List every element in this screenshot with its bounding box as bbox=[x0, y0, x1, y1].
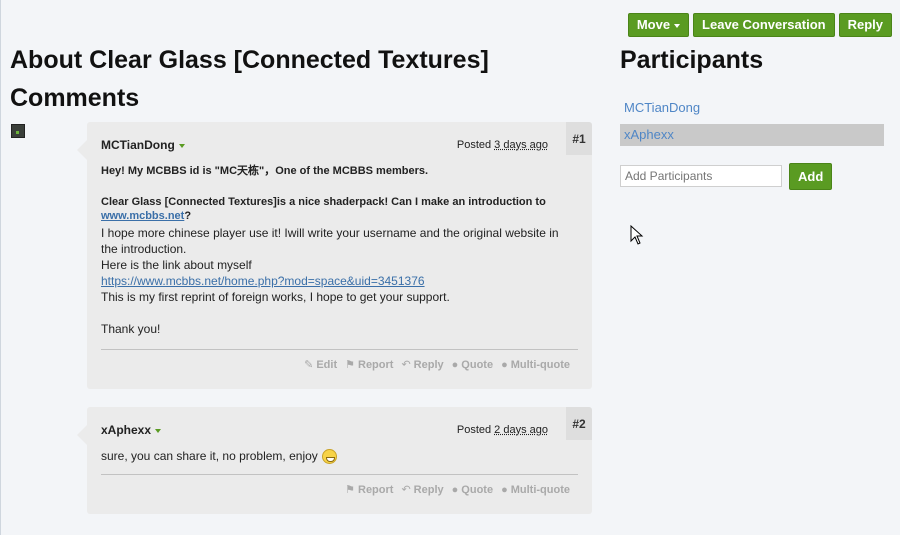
conversation-toolbar: Move Leave Conversation Reply bbox=[627, 13, 892, 37]
posted-label: Posted bbox=[456, 139, 492, 151]
para-2: Here is the link about myself bbox=[101, 258, 252, 272]
divider bbox=[101, 349, 578, 350]
message-date: Posted 2 days ago bbox=[457, 424, 548, 436]
bold-suffix: ? bbox=[184, 210, 192, 222]
reply-label: Reply bbox=[413, 483, 444, 496]
move-button[interactable]: Move bbox=[627, 13, 690, 37]
message-number[interactable]: #2 bbox=[566, 407, 592, 440]
pencil-icon: ✎ bbox=[304, 359, 314, 371]
divider bbox=[101, 474, 578, 475]
multi-quote-label: Multi-quote bbox=[510, 358, 570, 371]
message-actions: ⚑ Report ↶ Reply ● Quote ● Multi-quote bbox=[345, 483, 570, 497]
move-label: Move bbox=[636, 17, 671, 32]
multi-quote-label: Multi-quote bbox=[510, 483, 570, 496]
report-button[interactable]: ⚑ Report bbox=[345, 483, 394, 497]
message-2: #2 xAphexx Posted 2 days ago sure, you c… bbox=[77, 407, 592, 514]
speech-bubbles-icon: ● bbox=[501, 483, 508, 496]
posted-label: Posted bbox=[456, 424, 492, 436]
leave-conversation-button[interactable]: Leave Conversation bbox=[693, 13, 835, 37]
participants-list: MCTianDong xAphexx bbox=[620, 97, 884, 146]
edit-button[interactable]: ✎ Edit bbox=[304, 358, 338, 372]
author-name: xAphexx bbox=[101, 423, 152, 437]
quote-button[interactable]: ● Quote bbox=[452, 358, 493, 371]
reply-icon: ↶ bbox=[401, 484, 411, 496]
participants-heading: Participants bbox=[620, 46, 764, 74]
reply-label: Reply bbox=[413, 358, 444, 371]
chevron-down-icon bbox=[674, 24, 681, 28]
posted-ago[interactable]: 3 days ago bbox=[494, 139, 548, 151]
message-1: #1 MCTianDong Posted 3 days ago Hey! My … bbox=[77, 122, 592, 389]
message-number[interactable]: #1 bbox=[566, 122, 592, 155]
multi-quote-button[interactable]: ● Multi-quote bbox=[501, 483, 570, 496]
quote-label: Quote bbox=[461, 358, 494, 371]
participant-item[interactable]: MCTianDong bbox=[620, 97, 884, 119]
add-participants-input[interactable] bbox=[620, 165, 782, 187]
avatar[interactable] bbox=[11, 124, 25, 138]
quote-button[interactable]: ● Quote bbox=[452, 483, 493, 496]
reply-button[interactable]: Reply bbox=[838, 13, 892, 37]
flag-icon: ⚑ bbox=[345, 359, 355, 371]
multi-quote-button[interactable]: ● Multi-quote bbox=[501, 358, 570, 371]
posted-ago[interactable]: 2 days ago bbox=[494, 424, 548, 436]
chevron-down-icon bbox=[178, 144, 185, 148]
message-author[interactable]: xAphexx bbox=[101, 423, 162, 437]
report-label: Report bbox=[358, 358, 394, 371]
speech-bubble-icon: ● bbox=[451, 483, 459, 496]
speech-bubbles-icon: ● bbox=[501, 358, 508, 371]
bold-line-2-text: Clear Glass [Connected Textures]is a nic… bbox=[101, 196, 546, 208]
reply-link[interactable]: ↶ Reply bbox=[401, 483, 444, 497]
message-body: sure, you can share it, no problem, enjo… bbox=[101, 448, 572, 465]
edit-label: Edit bbox=[316, 358, 338, 371]
bold-line-1: Hey! My MCBBS id is "MC天栋"，One of the MC… bbox=[101, 165, 429, 177]
flag-icon: ⚑ bbox=[345, 484, 355, 496]
report-button[interactable]: ⚑ Report bbox=[345, 358, 394, 372]
profile-link[interactable]: https://www.mcbbs.net/home.php?mod=space… bbox=[101, 273, 572, 289]
quote-label: Quote bbox=[461, 483, 494, 496]
message-author[interactable]: MCTianDong bbox=[101, 138, 185, 152]
message-actions: ✎ Edit ⚑ Report ↶ Reply ● Quote ● Multi-quote bbox=[304, 358, 570, 372]
para-4: Thank you! bbox=[101, 322, 161, 336]
mcbbs-link[interactable]: www.mcbbs.net bbox=[101, 210, 184, 222]
bold-line-2: Clear Glass [Connected Textures]is a nic… bbox=[101, 195, 572, 223]
message-date: Posted 3 days ago bbox=[457, 139, 548, 151]
speech-bubble-icon: ● bbox=[451, 358, 459, 371]
participant-item[interactable]: xAphexx bbox=[620, 124, 884, 146]
message-body: Hey! My MCBBS id is "MC天栋"，One of the MC… bbox=[101, 164, 572, 337]
para-3: This is my first reprint of foreign work… bbox=[101, 290, 450, 304]
grin-emoji-icon bbox=[321, 449, 337, 465]
reply-link[interactable]: ↶ Reply bbox=[401, 358, 444, 372]
message-text: sure, you can share it, no problem, enjo… bbox=[101, 449, 318, 463]
comments-heading: Comments bbox=[10, 84, 140, 112]
page-title: About Clear Glass [Connected Textures] bbox=[10, 46, 489, 74]
reply-icon: ↶ bbox=[401, 359, 411, 371]
chevron-down-icon bbox=[155, 429, 162, 433]
add-participant-button[interactable]: Add bbox=[789, 163, 833, 190]
author-name: MCTianDong bbox=[101, 138, 175, 152]
report-label: Report bbox=[358, 483, 394, 496]
para-1: I hope more chinese player use it! Iwill… bbox=[101, 226, 559, 256]
